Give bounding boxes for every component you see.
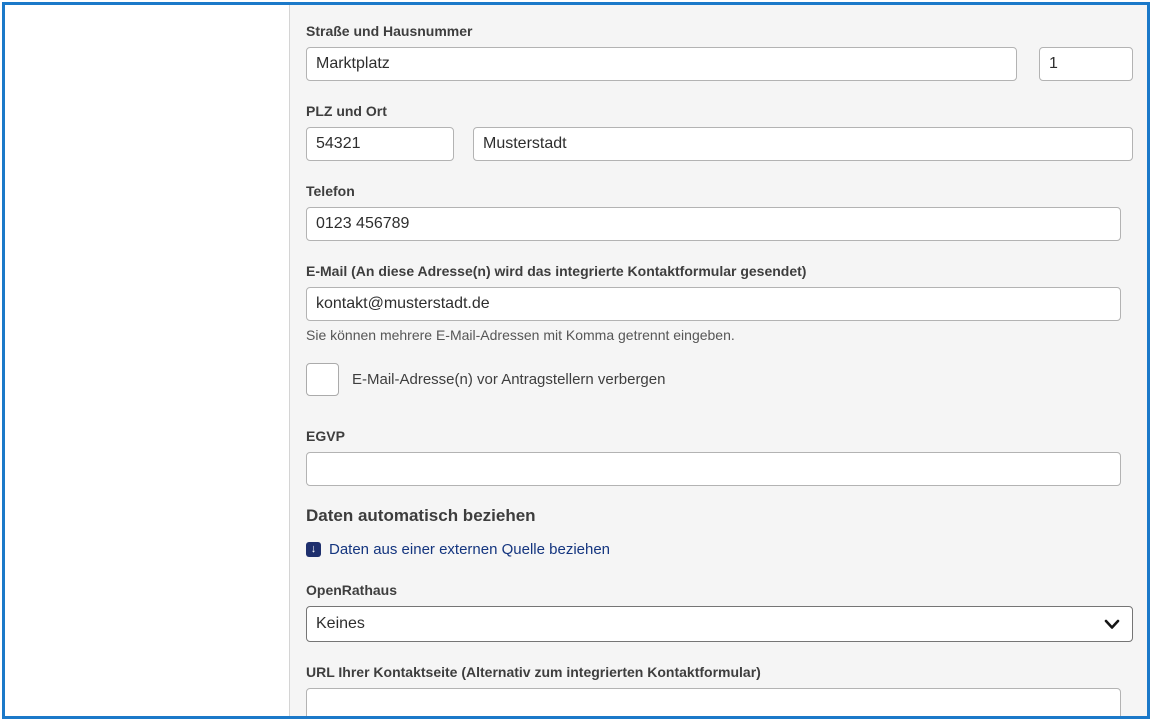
egvp-group: EGVP: [306, 426, 1133, 486]
street-input[interactable]: [306, 47, 1017, 81]
email-group: E-Mail (An diese Adresse(n) wird das int…: [306, 261, 1133, 343]
city-input[interactable]: [473, 127, 1133, 161]
phone-group: Telefon: [306, 181, 1133, 241]
auto-data-heading: Daten automatisch beziehen: [306, 506, 1133, 526]
phone-input[interactable]: [306, 207, 1121, 241]
openrathaus-label: OpenRathaus: [306, 580, 1133, 600]
plz-input[interactable]: [306, 127, 454, 161]
chevron-down-icon: [1104, 616, 1120, 632]
street-label: Straße und Hausnummer: [306, 21, 1133, 41]
openrathaus-select[interactable]: Keines: [306, 606, 1133, 642]
email-label: E-Mail (An diese Adresse(n) wird das int…: [306, 261, 1133, 281]
contact-settings-form: Straße und Hausnummer PLZ und Ort Telefo…: [290, 5, 1147, 716]
egvp-label: EGVP: [306, 426, 1133, 446]
external-source-link[interactable]: ↓ Daten aus einer externen Quelle bezieh…: [306, 541, 610, 558]
email-help-text: Sie können mehrere E-Mail-Adressen mit K…: [306, 327, 1133, 343]
openrathaus-group: OpenRathaus Keines: [306, 580, 1133, 642]
contact-url-group: URL Ihrer Kontaktseite (Alternativ zum i…: [306, 662, 1133, 716]
plz-ort-label: PLZ und Ort: [306, 101, 1133, 121]
external-source-link-label: Daten aus einer externen Quelle beziehen: [329, 541, 610, 558]
hide-email-checkbox-label[interactable]: E-Mail-Adresse(n) vor Antragstellern ver…: [352, 371, 665, 388]
house-number-input[interactable]: [1039, 47, 1133, 81]
contact-url-input[interactable]: [306, 688, 1121, 716]
city-group: PLZ und Ort: [306, 101, 1133, 161]
hide-email-group: E-Mail-Adresse(n) vor Antragstellern ver…: [306, 363, 1133, 396]
contact-url-label: URL Ihrer Kontaktseite (Alternativ zum i…: [306, 662, 1133, 682]
phone-label: Telefon: [306, 181, 1133, 201]
egvp-input[interactable]: [306, 452, 1121, 486]
left-sidebar-empty: [5, 5, 290, 716]
download-arrow-icon: ↓: [306, 542, 321, 557]
openrathaus-selected-value: Keines: [316, 615, 1104, 633]
hide-email-checkbox[interactable]: [306, 363, 339, 396]
email-input[interactable]: [306, 287, 1121, 321]
settings-window: Straße und Hausnummer PLZ und Ort Telefo…: [2, 2, 1150, 719]
street-group: Straße und Hausnummer: [306, 21, 1133, 81]
